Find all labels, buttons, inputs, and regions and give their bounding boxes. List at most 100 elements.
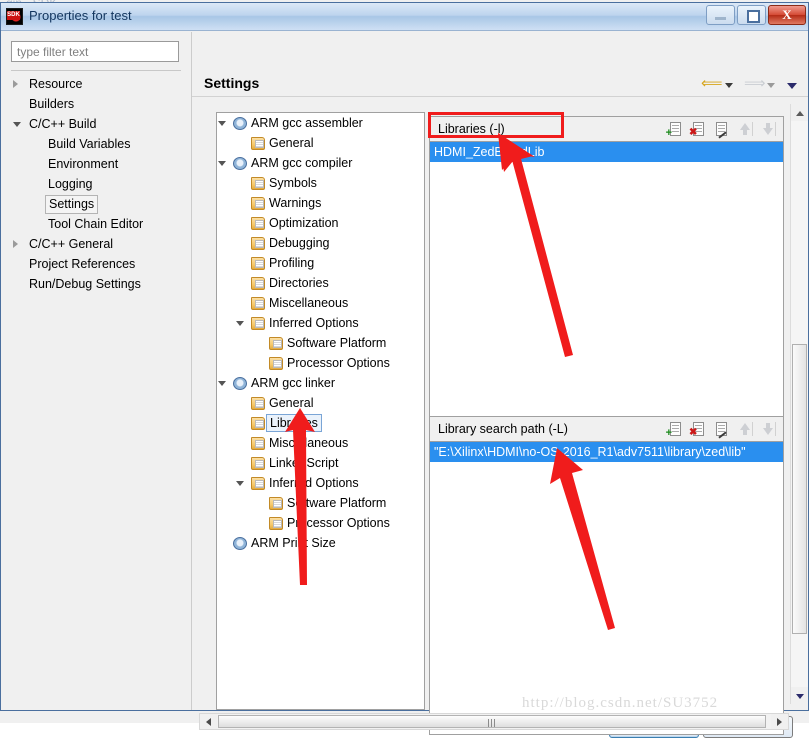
sidebar-item-tool-chain-editor[interactable]: Tool Chain Editor <box>11 214 183 234</box>
sidebar-item-resource[interactable]: Resource <box>11 74 183 94</box>
minimize-button[interactable] <box>706 5 735 25</box>
folder-icon <box>251 457 265 470</box>
folder-icon <box>251 397 265 410</box>
tree-item-label: Miscellaneous <box>269 436 349 450</box>
sdk-badge-label: SDK <box>7 11 20 20</box>
dialog-body: Resource Builders C/C++ Build Build Variabl… <box>1 32 808 735</box>
scroll-thumb-horizontal[interactable] <box>218 715 766 728</box>
back-arrow-icon[interactable]: ⟸ <box>701 76 723 92</box>
libraries-panel-title: Libraries (-l) <box>438 122 505 136</box>
list-item[interactable]: "E:\Xilinx\HDMI\no-OS-2016_R1\adv7511\li… <box>430 442 783 462</box>
chevron-right-icon[interactable] <box>13 240 18 248</box>
page-header-rule <box>192 96 808 97</box>
folder-icon <box>251 137 265 150</box>
page-nav-arrows: ⟸ ⟹ <box>701 76 801 96</box>
edit-icon[interactable] <box>712 420 730 439</box>
list-item[interactable]: HDMI_ZedBoardLib <box>430 142 783 162</box>
tree-item-general[interactable]: General <box>217 393 424 413</box>
page-horizontal-scrollbar[interactable] <box>199 713 789 730</box>
chevron-down-icon[interactable] <box>236 481 244 486</box>
tree-item-label: General <box>269 396 314 410</box>
folder-icon <box>251 257 265 270</box>
chevron-down-icon[interactable] <box>218 381 226 386</box>
tree-item-inferred-options[interactable]: Inferred Options <box>217 313 424 333</box>
delete-icon[interactable]: ✖ <box>689 420 707 438</box>
back-history-chevron-down-icon[interactable] <box>725 83 733 88</box>
tree-item-linker-script[interactable]: Linker Script <box>217 453 424 473</box>
tree-item-label: Directories <box>269 276 329 290</box>
triangle-left-icon <box>206 718 211 726</box>
tree-item-debugging[interactable]: Debugging <box>217 233 424 253</box>
scroll-up-button[interactable] <box>791 104 808 121</box>
tree-item-libraries[interactable]: Libraries <box>217 413 424 433</box>
sidebar-item-settings[interactable]: Settings <box>11 194 183 214</box>
tool-settings-tree[interactable]: ARM gcc assembler General ARM gcc compiler… <box>216 112 425 710</box>
folder-icon <box>251 217 265 230</box>
filter-input[interactable] <box>11 41 179 62</box>
scroll-left-button[interactable] <box>200 714 217 729</box>
tool-icon <box>233 117 247 130</box>
tool-icon <box>233 537 247 550</box>
sidebar-item-label: C/C++ Build <box>29 117 97 131</box>
page-vertical-scrollbar[interactable] <box>790 104 808 704</box>
tree-item-optimization[interactable]: Optimization <box>217 213 424 233</box>
tree-item-profiling[interactable]: Profiling <box>217 253 424 273</box>
tree-item-miscellaneous[interactable]: Miscellaneous <box>217 433 424 453</box>
chevron-down-icon[interactable] <box>218 121 226 126</box>
sidebar-item-builders[interactable]: Builders <box>11 94 183 114</box>
tree-item-processor-options[interactable]: Processor Options <box>217 513 424 533</box>
maximize-button[interactable] <box>737 5 766 25</box>
sdk-icon: SDK <box>6 8 23 25</box>
move-up-icon <box>736 420 754 438</box>
libraries-panel-toolbar: + ✖ <box>664 120 777 139</box>
search-path-list[interactable]: "E:\Xilinx\HDMI\no-OS-2016_R1\adv7511\li… <box>429 441 784 735</box>
libraries-panel-header: Libraries (-l) + ✖ <box>429 116 784 141</box>
folder-icon <box>251 297 265 310</box>
tree-item-arm-print-size[interactable]: ARM Print Size <box>217 533 424 553</box>
chevron-down-icon[interactable] <box>218 161 226 166</box>
tool-icon <box>233 377 247 390</box>
tree-item-label: ARM gcc linker <box>251 376 336 390</box>
tree-item-warnings[interactable]: Warnings <box>217 193 424 213</box>
tree-item-arm-gcc-assembler[interactable]: ARM gcc assembler <box>217 113 424 133</box>
delete-icon[interactable]: ✖ <box>689 120 707 138</box>
scroll-right-button[interactable] <box>771 714 788 729</box>
chevron-right-icon[interactable] <box>13 80 18 88</box>
tree-item-arm-gcc-compiler[interactable]: ARM gcc compiler <box>217 153 424 173</box>
close-button[interactable]: X <box>768 5 806 25</box>
tree-item-inferred-options[interactable]: Inferred Options <box>217 473 424 493</box>
tree-item-label: ARM gcc compiler <box>251 156 353 170</box>
tree-item-label: Linker Script <box>269 456 339 470</box>
chevron-down-icon[interactable] <box>236 321 244 326</box>
properties-dialog: SDK Properties for test X Resource Builde… <box>0 2 809 735</box>
scroll-thumb[interactable] <box>792 344 807 634</box>
tree-item-processor-options[interactable]: Processor Options <box>217 353 424 373</box>
sidebar-item-build-variables[interactable]: Build Variables <box>11 134 183 154</box>
tree-item-symbols[interactable]: Symbols <box>217 173 424 193</box>
page-menu-chevron-down-icon[interactable] <box>787 83 797 89</box>
scroll-down-button[interactable] <box>791 687 808 704</box>
folder-icon <box>269 517 283 530</box>
tree-item-software-platform[interactable]: Software Platform <box>217 333 424 353</box>
tree-item-label: Symbols <box>269 176 317 190</box>
sidebar-item-logging[interactable]: Logging <box>11 174 183 194</box>
sidebar-item-run-debug-settings[interactable]: Run/Debug Settings <box>11 274 183 294</box>
tree-item-arm-gcc-linker[interactable]: ARM gcc linker <box>217 373 424 393</box>
sidebar-item-project-references[interactable]: Project References <box>11 254 183 274</box>
nav-separator <box>11 70 181 71</box>
tree-item-general[interactable]: General <box>217 133 424 153</box>
chevron-down-icon[interactable] <box>13 122 21 131</box>
libraries-panel: Libraries (-l) + ✖ HDMI_ZedBoardLib <box>429 116 784 417</box>
libraries-list[interactable]: HDMI_ZedBoardLib <box>429 141 784 417</box>
tree-item-software-platform[interactable]: Software Platform <box>217 493 424 513</box>
sidebar-item-c-c-build[interactable]: C/C++ Build <box>11 114 183 134</box>
tree-item-miscellaneous[interactable]: Miscellaneous <box>217 293 424 313</box>
sidebar-item-environment[interactable]: Environment <box>11 154 183 174</box>
folder-icon <box>251 417 265 430</box>
add-icon[interactable]: + <box>666 120 684 139</box>
add-icon[interactable]: + <box>666 420 684 439</box>
tree-item-directories[interactable]: Directories <box>217 273 424 293</box>
sidebar-item-c-c-general[interactable]: C/C++ General <box>11 234 183 254</box>
edit-icon[interactable] <box>712 120 730 139</box>
dialog-titlebar[interactable]: SDK Properties for test X <box>1 3 808 31</box>
